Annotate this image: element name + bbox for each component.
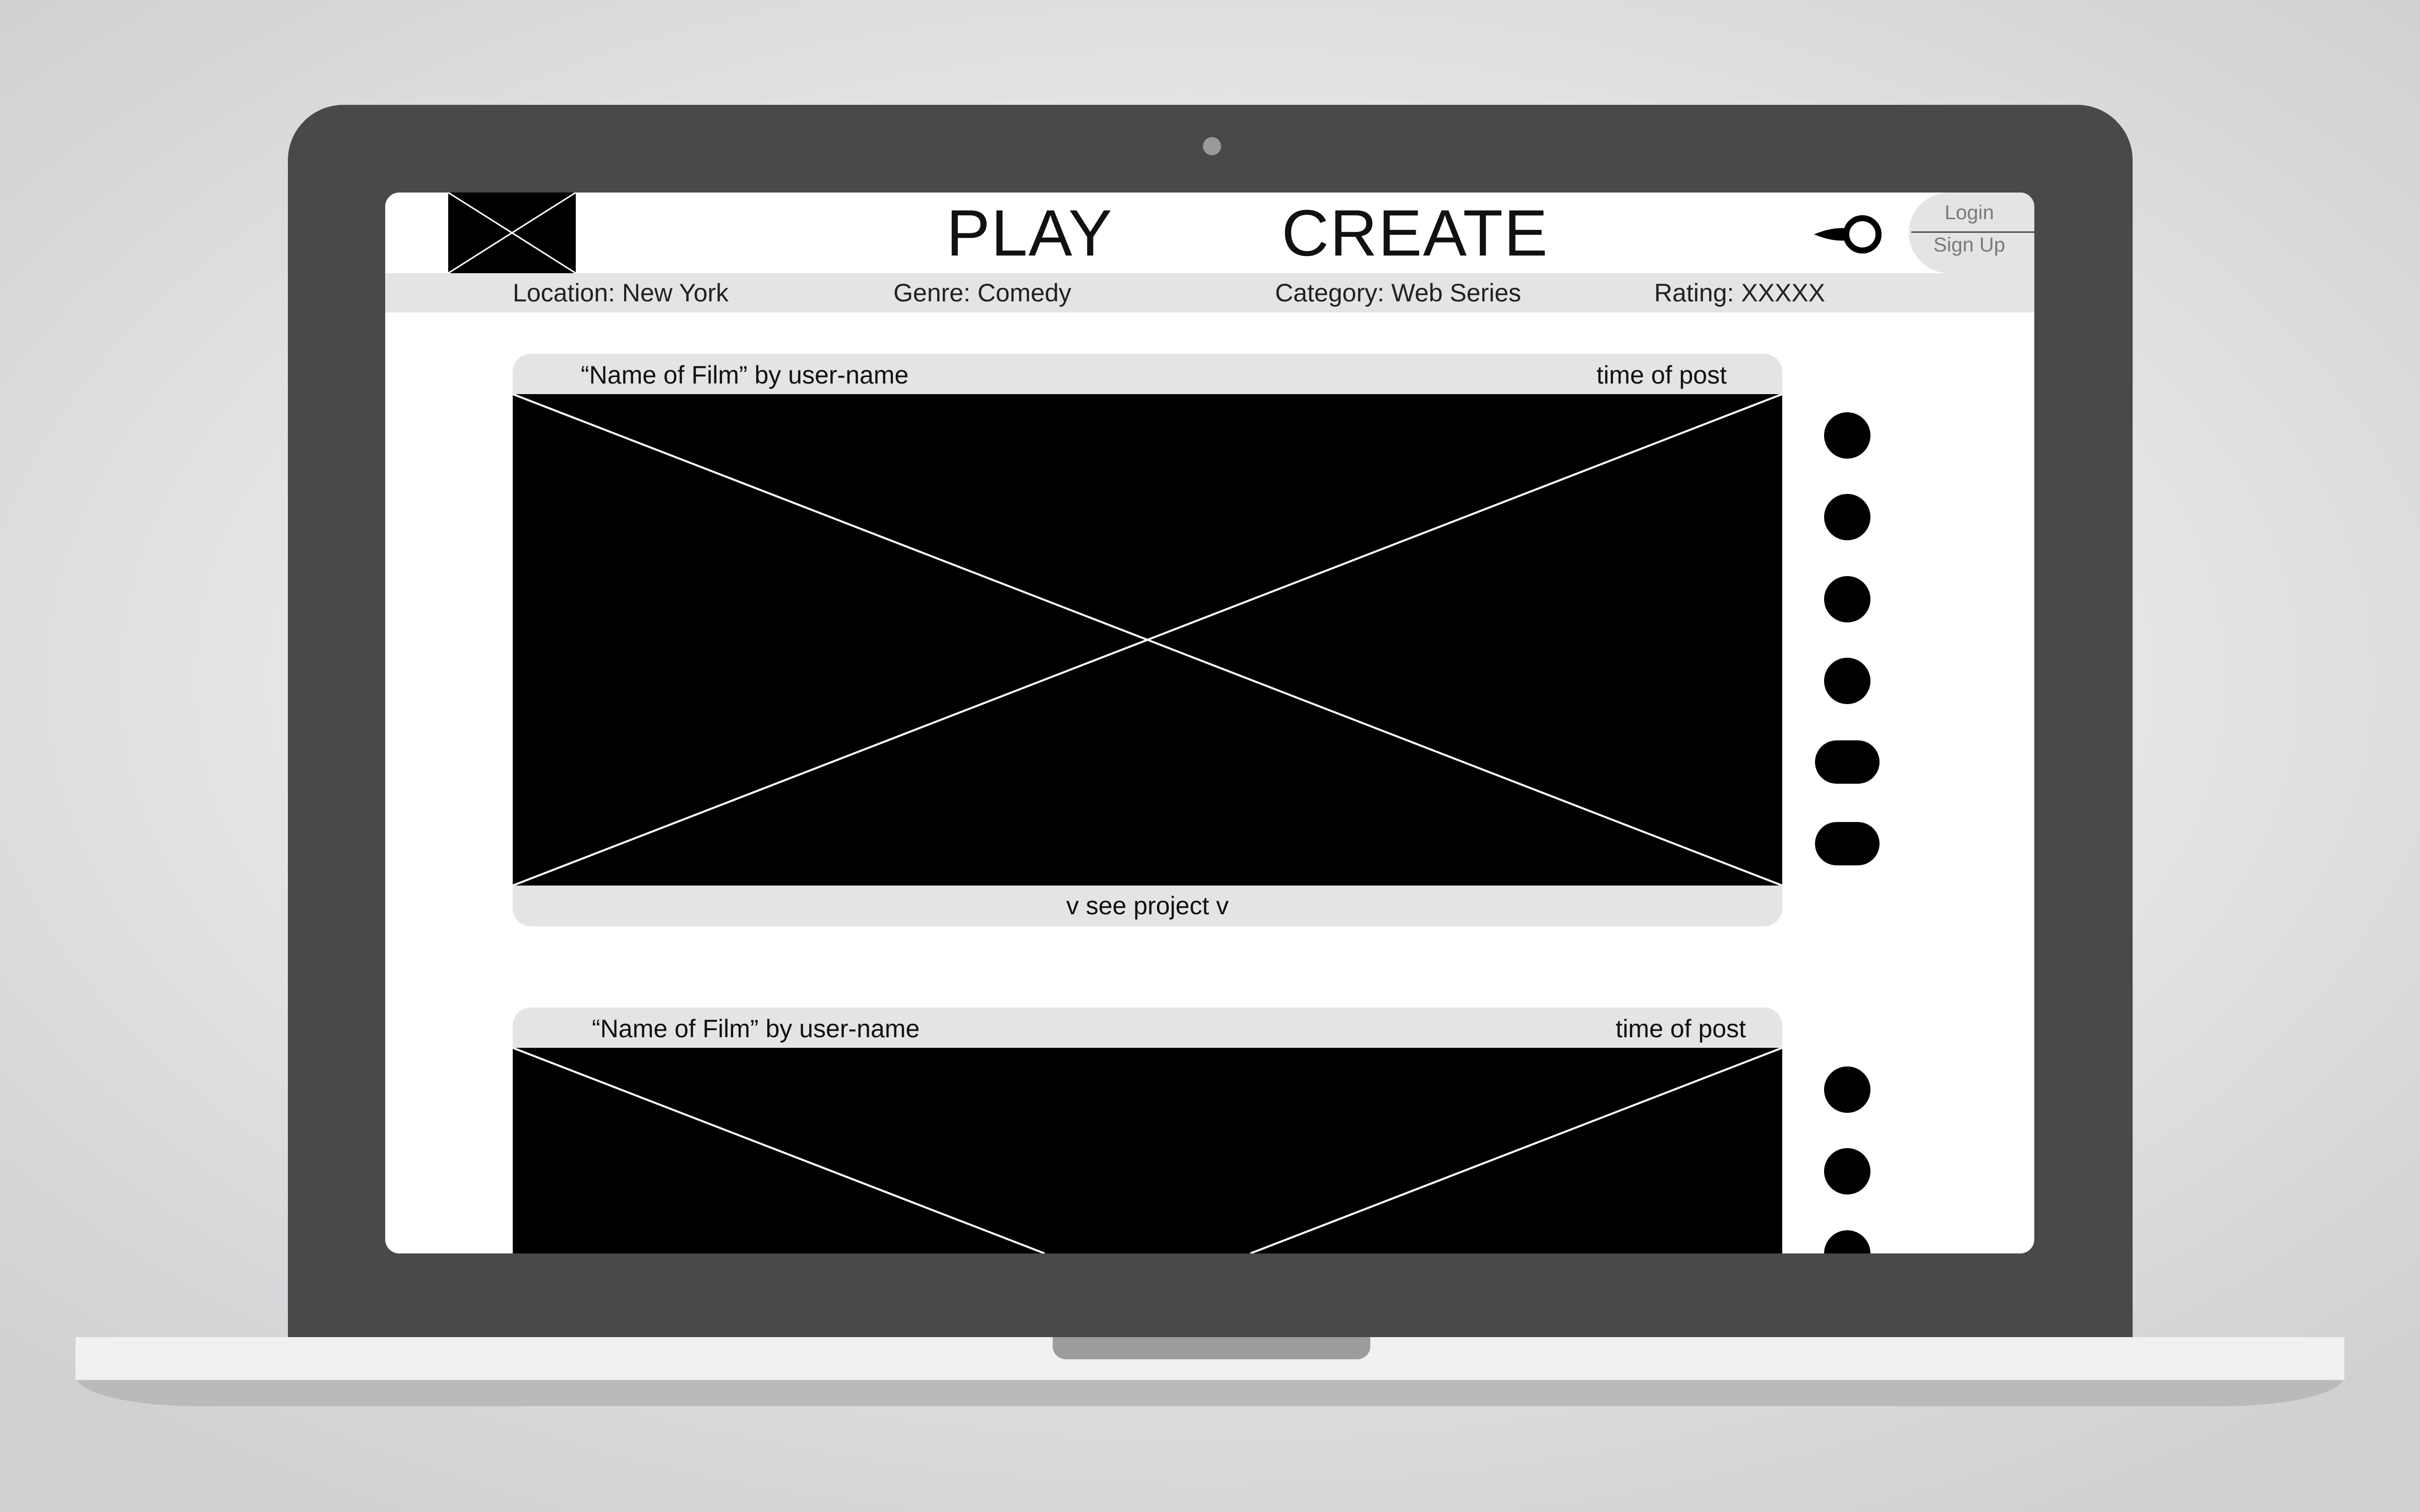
- signup-link[interactable]: Sign Up: [1909, 234, 2030, 257]
- key-search-icon[interactable]: [1812, 212, 1883, 257]
- pill-action-icon[interactable]: [1815, 740, 1880, 784]
- round-action-icon[interactable]: [1824, 412, 1870, 459]
- nav-play-link[interactable]: PLAY: [946, 198, 1113, 268]
- post-time: time of post: [1596, 361, 1727, 389]
- logo-placeholder-icon[interactable]: [448, 193, 576, 273]
- post-card: “Name of Film” by user-name time of post…: [513, 354, 1782, 926]
- see-project-link[interactable]: v see project v: [513, 886, 1782, 926]
- video-placeholder-icon[interactable]: [513, 394, 1782, 886]
- round-action-icon[interactable]: [1824, 1066, 1870, 1113]
- auth-menu: Login Sign Up: [1909, 193, 2034, 273]
- filter-genre[interactable]: Genre: Comedy: [893, 273, 1071, 312]
- post-card: “Name of Film” by user-name time of post: [513, 1007, 1782, 1253]
- auth-divider: [1911, 231, 2034, 233]
- round-action-icon[interactable]: [1824, 494, 1870, 540]
- round-action-icon[interactable]: [1824, 576, 1870, 622]
- round-action-icon[interactable]: [1824, 1230, 1870, 1253]
- round-action-icon[interactable]: [1824, 658, 1870, 704]
- post-title[interactable]: “Name of Film” by user-name: [581, 354, 909, 394]
- filter-category[interactable]: Category: Web Series: [1275, 273, 1521, 312]
- login-link[interactable]: Login: [1909, 202, 2030, 224]
- post-time: time of post: [1615, 1015, 1746, 1043]
- round-action-icon[interactable]: [1824, 1148, 1870, 1194]
- post-title[interactable]: “Name of Film” by user-name: [592, 1007, 920, 1048]
- video-placeholder-icon[interactable]: [513, 1048, 1782, 1253]
- nav-create-link[interactable]: CREATE: [1282, 198, 1549, 268]
- laptop-shadow: [76, 1376, 2344, 1406]
- screen: PLAY CREATE Login Sign Up Location: New …: [385, 193, 2034, 1253]
- webcam-icon: [1203, 137, 1221, 155]
- pill-action-icon[interactable]: [1815, 822, 1880, 865]
- filter-bar: Location: New York Genre: Comedy Categor…: [385, 273, 2034, 312]
- laptop-notch: [1053, 1337, 1370, 1359]
- filter-rating[interactable]: Rating: XXXXX: [1654, 273, 1825, 312]
- filter-location[interactable]: Location: New York: [513, 273, 729, 312]
